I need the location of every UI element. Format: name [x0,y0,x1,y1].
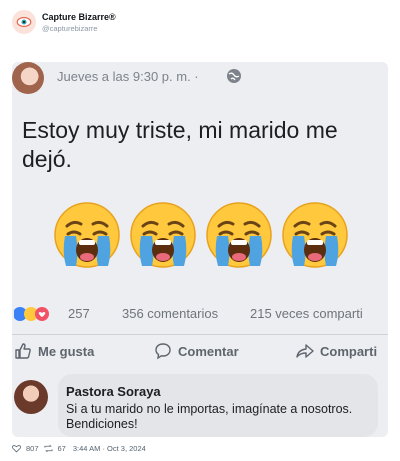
like-count: 807 [26,443,39,453]
like-button[interactable]: Me gusta [14,342,94,360]
share-button[interactable]: Comparti [296,342,377,360]
comment-text: Si a tu marido no le importas, imagínate… [66,402,353,431]
comment-label: Comentar [178,343,239,359]
crying-face-emoji-icon [206,202,272,268]
comments-count[interactable]: 356 comentarios [122,306,218,321]
account-name[interactable]: Capture Bizarre® [42,12,116,22]
account-handle[interactable]: @capturebizarre [42,24,98,33]
retweet-count: 67 [57,443,66,453]
divider [12,334,388,335]
post-stats: 257 356 comentarios 215 veces comparti [12,304,388,324]
comment: Pastora Soraya Si a tu marido no le impo… [12,374,388,437]
crying-face-emoji-icon [54,202,120,268]
account-avatar[interactable] [12,10,36,34]
crying-face-emoji-icon [282,202,348,268]
comment-bubble-icon [155,343,171,360]
reaction-icons[interactable] [14,306,64,322]
emoji-row [52,200,352,270]
globe-icon [227,69,241,83]
tweet-header: Capture Bizarre® @capturebizarre [12,10,388,36]
fb-post-header: Jueves a las 9:30 p. m. · [12,62,388,104]
timestamp[interactable]: 3:44 AM · Oct 3, 2024 [73,444,146,453]
tweet-footer: 807 67 3:44 AM · Oct 3, 2024 [12,441,388,455]
retweet-icon[interactable] [44,444,53,453]
reactions-count[interactable]: 257 [68,306,90,321]
like-label: Me gusta [38,343,95,359]
post-timestamp: Jueves a las 9:30 p. m. · [57,69,199,84]
post-actions: Me gusta Comentar Comparti [12,340,388,364]
post-image[interactable]: Jueves a las 9:30 p. m. · Estoy muy tris… [12,62,388,437]
commenter-name[interactable]: Pastora Soraya [66,384,161,399]
comment-bubble: Pastora Soraya Si a tu marido no le impo… [58,374,378,437]
thumbs-up-icon [15,343,31,359]
heart-icon[interactable] [12,444,21,453]
shares-count[interactable]: 215 veces comparti [250,306,363,321]
commenter-avatar[interactable] [14,380,48,414]
share-arrow-icon [296,344,314,358]
eye-icon [16,16,32,28]
share-label: Comparti [320,343,378,359]
comment-button[interactable]: Comentar [154,342,239,360]
post-text: Estoy muy triste, mi marido me dejó. [22,117,338,172]
poster-avatar [12,62,44,94]
crying-face-emoji-icon [130,202,196,268]
